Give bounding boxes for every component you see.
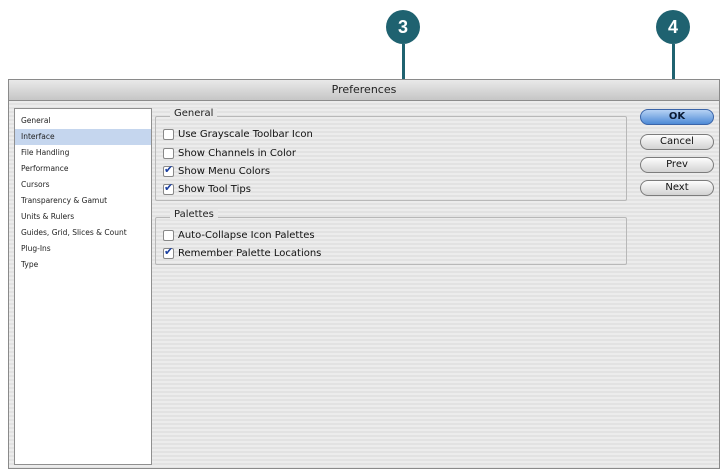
option-show-menu-colors[interactable]: Show Menu Colors (163, 163, 271, 178)
option-grayscale-toolbar-icon[interactable]: Use Grayscale Toolbar Icon (163, 127, 313, 141)
preferences-window: Preferences General Interface File Handl… (8, 79, 720, 469)
option-remember-palette-locations[interactable]: Remember Palette Locations (163, 245, 322, 260)
callout-3: 3 (386, 10, 420, 44)
sidebar-item-general[interactable]: General (15, 113, 151, 129)
checkbox[interactable] (163, 147, 174, 159)
checkbox-checked[interactable] (163, 181, 174, 195)
option-label: Show Tool Tips (178, 183, 251, 195)
general-group-title: General (170, 108, 218, 119)
prev-button[interactable]: Prev (640, 157, 714, 173)
palettes-group-title: Palettes (170, 209, 218, 220)
option-label: Remember Palette Locations (178, 247, 322, 259)
sidebar-item-units-rulers[interactable]: Units & Rulers (15, 209, 151, 225)
checkbox-checked[interactable] (163, 245, 174, 259)
sidebar-item-file-handling[interactable]: File Handling (15, 145, 151, 161)
ok-button[interactable]: OK (640, 109, 714, 125)
sidebar-item-performance[interactable]: Performance (15, 161, 151, 177)
checkbox-checked[interactable] (163, 163, 174, 177)
sidebar-item-type[interactable]: Type (15, 257, 151, 273)
sidebar-item-transparency-gamut[interactable]: Transparency & Gamut (15, 193, 151, 209)
option-label: Auto-Collapse Icon Palettes (178, 229, 315, 241)
cancel-button[interactable]: Cancel (640, 134, 714, 150)
option-show-channels-in-color[interactable]: Show Channels in Color (163, 146, 296, 160)
sidebar-item-cursors[interactable]: Cursors (15, 177, 151, 193)
sidebar-item-guides-grid[interactable]: Guides, Grid, Slices & Count (15, 225, 151, 241)
palettes-group: Palettes Auto-Collapse Icon Palettes Rem… (155, 209, 627, 265)
sidebar-item-plug-ins[interactable]: Plug-Ins (15, 241, 151, 257)
checkbox[interactable] (163, 128, 174, 140)
sidebar-item-interface[interactable]: Interface (15, 129, 151, 145)
checkbox[interactable] (163, 229, 174, 241)
window-content: General Interface File Handling Performa… (9, 101, 719, 468)
option-show-tool-tips[interactable]: Show Tool Tips (163, 181, 251, 196)
option-label: Show Menu Colors (178, 165, 271, 177)
option-label: Use Grayscale Toolbar Icon (178, 128, 313, 140)
callout-4: 4 (656, 10, 690, 44)
window-title: Preferences (9, 80, 719, 101)
preferences-category-list[interactable]: General Interface File Handling Performa… (14, 108, 152, 465)
next-button[interactable]: Next (640, 180, 714, 196)
general-group: General Use Grayscale Toolbar Icon Show … (155, 108, 627, 201)
option-auto-collapse-icon-palettes[interactable]: Auto-Collapse Icon Palettes (163, 228, 315, 242)
option-label: Show Channels in Color (178, 147, 297, 159)
